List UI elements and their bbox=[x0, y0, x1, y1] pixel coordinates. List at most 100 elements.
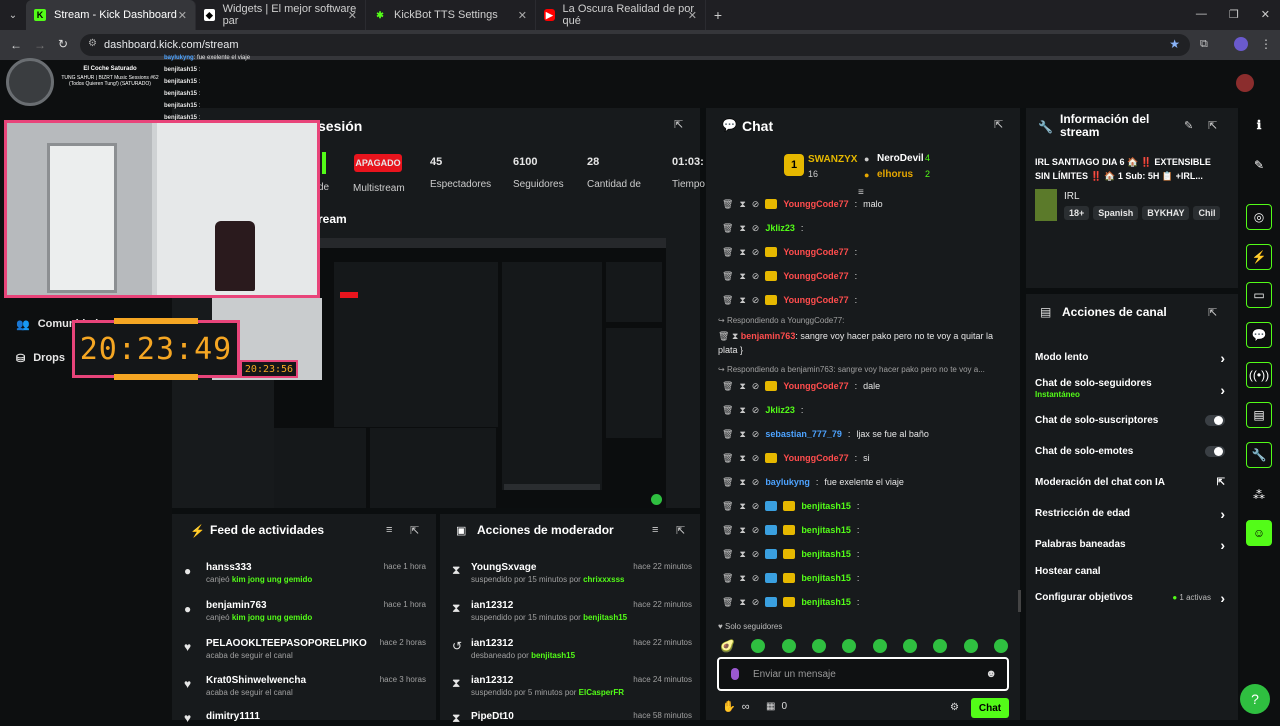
support-chat-button[interactable]: ? bbox=[1240, 684, 1270, 714]
tab-kick-dashboard[interactable]: K Stream - Kick Dashboard ✕ bbox=[26, 0, 196, 30]
delete-icon[interactable]: 🗑 bbox=[722, 247, 733, 258]
emote-icon[interactable]: 🥑 bbox=[720, 639, 735, 653]
chat-username[interactable]: YounggCode77 bbox=[783, 381, 848, 391]
channel-action-row[interactable]: Hostear canal bbox=[1035, 566, 1225, 577]
chat-scrollbar[interactable] bbox=[1018, 590, 1021, 612]
timeout-icon[interactable]: ⧗ bbox=[739, 295, 745, 306]
timeout-icon[interactable]: ⧗ bbox=[739, 381, 745, 392]
chat-input[interactable]: Enviar un mensaje ☻ bbox=[717, 657, 1009, 691]
emote-icon[interactable] bbox=[993, 639, 1008, 653]
share-icon[interactable]: ⁂ bbox=[1246, 482, 1272, 508]
top-gifter-name[interactable]: SWANZYX bbox=[808, 154, 857, 165]
emote-icon[interactable] bbox=[751, 639, 766, 653]
channel-action-row[interactable]: Restricción de edad › bbox=[1035, 506, 1225, 522]
chat-username[interactable]: YounggCode77 bbox=[783, 199, 848, 209]
send-chat-button[interactable]: Chat bbox=[971, 698, 1009, 718]
sidebar-item-drops[interactable]: ⛁ Drops bbox=[16, 352, 65, 365]
chat-username[interactable]: benjitash15 bbox=[801, 597, 851, 607]
toggle-switch[interactable] bbox=[1205, 446, 1225, 457]
channel-action-row[interactable]: Configurar objetivos ● 1 activas › bbox=[1035, 590, 1225, 606]
emote-icon[interactable] bbox=[781, 639, 796, 653]
edit-icon[interactable]: ✎ bbox=[1184, 119, 1193, 132]
timeout-icon[interactable]: ⧗ bbox=[739, 405, 745, 416]
timeout-icon[interactable]: ⧗ bbox=[739, 271, 745, 282]
chat-username[interactable]: benjitash15 bbox=[801, 549, 851, 559]
channel-action-row[interactable]: Chat de solo-emotes bbox=[1035, 446, 1225, 457]
close-icon[interactable]: ✕ bbox=[178, 9, 187, 22]
chat-username[interactable]: baylukyng bbox=[765, 477, 810, 487]
category-name[interactable]: IRL bbox=[1064, 191, 1080, 202]
tab-widgets[interactable]: ◆ Widgets | El mejor software par ✕ bbox=[196, 0, 366, 30]
tag[interactable]: BYKHAY bbox=[1142, 206, 1190, 220]
delete-icon[interactable]: 🗑 bbox=[722, 381, 733, 392]
delete-icon[interactable]: 🗑 bbox=[722, 199, 733, 210]
ban-icon[interactable]: ⊘ bbox=[752, 199, 760, 210]
delete-icon[interactable]: 🗑 bbox=[718, 331, 729, 341]
delete-icon[interactable]: 🗑 bbox=[722, 597, 733, 608]
timeout-icon[interactable]: ⧗ bbox=[739, 429, 745, 440]
popout-icon[interactable]: ⇱ bbox=[1208, 119, 1217, 132]
emote-icon[interactable] bbox=[963, 639, 978, 653]
chat-username[interactable]: YounggCode77 bbox=[783, 453, 848, 463]
chat-username[interactable]: benjitash15 bbox=[801, 573, 851, 583]
timeout-icon[interactable]: ⧗ bbox=[739, 573, 745, 584]
ban-icon[interactable]: ⊘ bbox=[752, 525, 760, 536]
timeout-icon[interactable]: ⧗ bbox=[739, 549, 745, 560]
ban-icon[interactable]: ⊘ bbox=[752, 271, 760, 282]
chat-username[interactable]: Jkliz23 bbox=[765, 223, 795, 233]
timeout-icon[interactable]: ⧗ bbox=[732, 331, 738, 341]
ban-icon[interactable]: ⊘ bbox=[752, 247, 760, 258]
emote-icon[interactable] bbox=[902, 639, 917, 653]
delete-icon[interactable]: 🗑 bbox=[722, 429, 733, 440]
extensions-icon[interactable]: ⧉ bbox=[1200, 38, 1208, 51]
ban-icon[interactable]: ⊘ bbox=[752, 405, 760, 416]
timeout-icon[interactable]: ⧗ bbox=[739, 453, 745, 464]
gifter-name[interactable]: elhorus bbox=[877, 169, 913, 180]
channel-action-row[interactable]: Chat de solo-suscriptores bbox=[1035, 415, 1225, 426]
close-window-icon[interactable]: ✕ bbox=[1261, 8, 1270, 21]
ban-icon[interactable]: ⊘ bbox=[752, 429, 760, 440]
emote-icon[interactable] bbox=[933, 639, 948, 653]
new-tab-button[interactable]: + bbox=[706, 7, 730, 23]
ban-icon[interactable]: ⊘ bbox=[752, 223, 760, 234]
category-thumbnail[interactable] bbox=[1035, 189, 1057, 221]
filter-icon[interactable]: ≡ bbox=[652, 524, 658, 536]
popout-icon[interactable]: ⇱ bbox=[410, 524, 419, 537]
tag[interactable]: 18+ bbox=[1064, 206, 1090, 220]
restore-icon[interactable]: ❐ bbox=[1229, 8, 1239, 21]
chat-username[interactable]: sebastian_777_79 bbox=[765, 429, 842, 439]
channel-action-row[interactable]: Chat de solo-seguidores Instantáneo › bbox=[1035, 378, 1225, 399]
channel-action-row[interactable]: Modo lento › bbox=[1035, 350, 1225, 366]
emoji-icon[interactable]: ☻ bbox=[985, 668, 997, 680]
channel-points[interactable]: ▦ 0 bbox=[766, 701, 787, 712]
chat-username[interactable]: YounggCode77 bbox=[783, 295, 848, 305]
delete-icon[interactable]: 🗑 bbox=[722, 271, 733, 282]
info-icon[interactable]: ℹ bbox=[1246, 112, 1272, 138]
ban-icon[interactable]: ⊘ bbox=[752, 381, 760, 392]
user-avatar[interactable] bbox=[1236, 74, 1254, 92]
pencil-icon[interactable]: ✎ bbox=[1246, 152, 1272, 178]
timeout-icon[interactable]: ⧗ bbox=[739, 477, 745, 488]
chat-username[interactable]: benjitash15 bbox=[801, 501, 851, 511]
chat-username[interactable]: benjamin763 bbox=[741, 331, 796, 341]
ban-icon[interactable]: ⊘ bbox=[752, 477, 760, 488]
gifter-name[interactable]: NeroDevil bbox=[877, 153, 924, 164]
back-icon[interactable]: ← bbox=[10, 38, 22, 52]
forward-icon[interactable]: → bbox=[34, 38, 46, 52]
ban-icon[interactable]: ⊘ bbox=[752, 573, 760, 584]
toggle-switch[interactable] bbox=[1205, 415, 1225, 426]
filter-icon[interactable]: ≡ bbox=[386, 524, 392, 536]
broadcast-icon[interactable]: ((•)) bbox=[1246, 362, 1272, 388]
tag[interactable]: Spanish bbox=[1093, 206, 1139, 220]
delete-icon[interactable]: 🗑 bbox=[722, 477, 733, 488]
tab-youtube[interactable]: ▶ La Oscura Realidad de por qué ✕ bbox=[536, 0, 706, 30]
minimize-icon[interactable]: — bbox=[1196, 8, 1207, 21]
list-nav-icon[interactable]: ▤ bbox=[1246, 402, 1272, 428]
chat-username[interactable]: benjitash15 bbox=[801, 525, 851, 535]
popout-icon[interactable]: ⇱ bbox=[1208, 306, 1217, 319]
emote-icon[interactable] bbox=[811, 639, 826, 653]
tab-search-icon[interactable]: ⌄ bbox=[0, 0, 26, 30]
timeout-icon[interactable]: ⧗ bbox=[739, 525, 745, 536]
close-icon[interactable]: ✕ bbox=[348, 9, 357, 22]
ban-icon[interactable]: ⊘ bbox=[752, 453, 760, 464]
